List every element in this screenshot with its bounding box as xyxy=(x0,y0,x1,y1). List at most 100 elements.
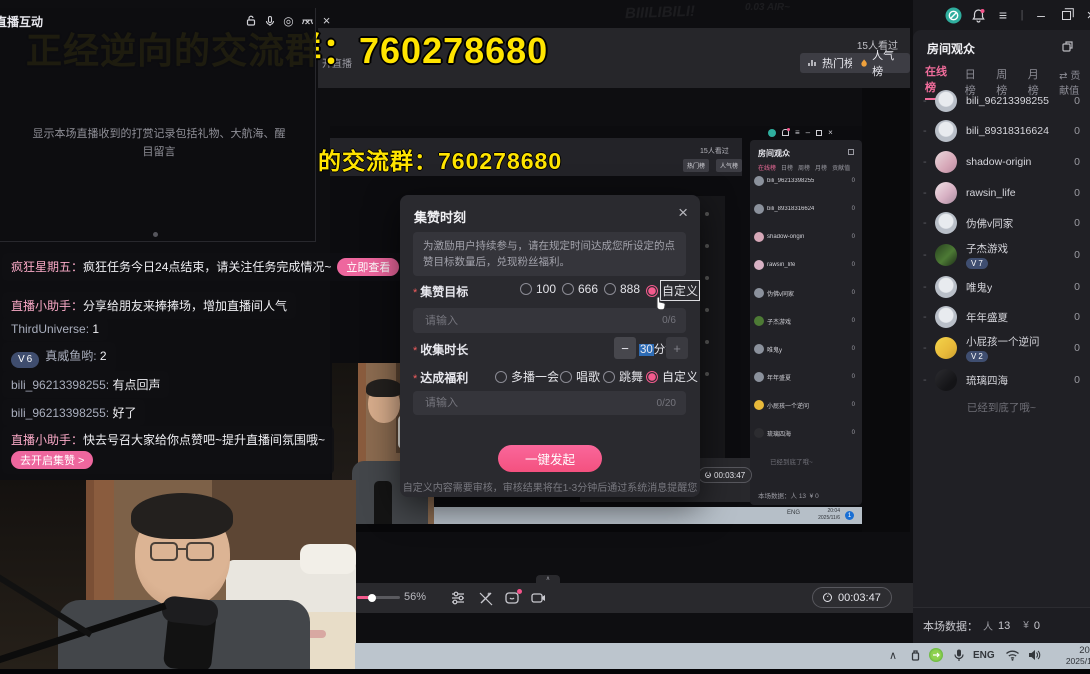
reward-option-sing[interactable]: 唱歌 xyxy=(560,368,600,385)
reward-input[interactable] xyxy=(423,396,651,410)
gold-count: 0 xyxy=(1034,620,1040,632)
viewer-row[interactable]: - 伪佛v同家0 xyxy=(913,208,1090,238)
restore-icon[interactable] xyxy=(1057,6,1075,24)
avatar xyxy=(935,306,957,328)
avatar xyxy=(935,120,957,142)
wifi-icon[interactable] xyxy=(1005,649,1020,661)
input-language[interactable]: ENG xyxy=(973,650,995,661)
microphone-tray-icon[interactable] xyxy=(953,648,965,662)
sidebar-title: 房间观众 xyxy=(927,40,975,57)
dialog-close-icon[interactable]: × xyxy=(678,203,688,223)
goal-input[interactable] xyxy=(423,314,656,328)
mirror-viewer-row: 唯鬼y0 xyxy=(754,344,858,354)
goal-option-100[interactable]: 100 xyxy=(520,282,556,296)
viewer-row[interactable]: - 年年盛夏0 xyxy=(913,302,1090,332)
mirror-titlebar-icons: ≡ – × xyxy=(768,128,833,137)
popout-icon[interactable] xyxy=(1061,40,1074,58)
goal-option-666[interactable]: 666 xyxy=(562,282,598,296)
duration-minus-button[interactable]: − xyxy=(614,337,636,359)
target-icon[interactable]: ◎ xyxy=(281,13,296,28)
duration-label: *收集时长 xyxy=(413,341,468,359)
viewer-row[interactable]: - 琉璃四海0 xyxy=(913,365,1090,395)
mirror-sidebar-title: 房间观众 xyxy=(758,148,790,159)
mirror-restore-icon xyxy=(816,130,822,136)
viewer-row[interactable]: - 小屁孩一个逆问 V2 0 xyxy=(913,331,1090,365)
radio-icon xyxy=(603,371,615,383)
stream-duration-button[interactable]: 00:03:47 xyxy=(812,587,892,608)
reward-option-custom[interactable]: 自定义 xyxy=(646,368,698,385)
clock[interactable]: 20:042025/11/6 xyxy=(1049,645,1090,668)
volume-percent: 56% xyxy=(404,591,426,603)
reward-option-dance[interactable]: 跳舞 xyxy=(603,368,643,385)
reward-counter: 0/20 xyxy=(657,398,676,409)
chat-action-start-like-collect[interactable]: 去开启集赞 > xyxy=(11,451,93,469)
bar-chart-icon xyxy=(808,58,818,68)
audio-settings-icon[interactable] xyxy=(450,590,466,611)
viewer-count: 13 xyxy=(998,620,1010,632)
notifications-bell-icon[interactable] xyxy=(969,6,987,24)
close-window-icon[interactable]: × xyxy=(1082,6,1090,24)
chat-message: ThirdUniverse: 1 xyxy=(2,317,108,341)
mirror-viewer-row: shadow-origin0 xyxy=(754,232,858,242)
dialog-title: 集赞时刻 xyxy=(414,207,466,226)
scroll-indicator xyxy=(153,232,158,237)
radio-icon xyxy=(560,371,572,383)
close-icon[interactable]: × xyxy=(319,13,334,28)
dialog-note: 自定义内容需要审核，审核结果将在1-3分钟后通过系统消息提醒您 xyxy=(400,479,700,494)
dock-icon[interactable] xyxy=(300,13,315,28)
submit-button[interactable]: 一键发起 xyxy=(498,445,602,472)
camera-icon[interactable] xyxy=(530,590,547,611)
usb-tray-icon[interactable] xyxy=(909,648,922,663)
mirror-viewer-row: 琉璃四海0 xyxy=(754,428,858,438)
chat-message: bili_96213398255: 有点回声 xyxy=(2,371,169,398)
hand-cursor xyxy=(652,294,668,317)
chat-message: 直播小助手：快去号召大家给你点赞吧~提升直播间氛围哦~ 去开启集赞 > xyxy=(2,426,334,474)
chat-message: 直播小助手：分享给朋友来捧捧场，增加直播间人气 xyxy=(2,292,296,319)
duration-plus-button[interactable]: + xyxy=(666,337,688,359)
reward-label: *达成福利 xyxy=(413,369,468,387)
avatar xyxy=(935,151,957,173)
collapse-handle[interactable]: ∧ xyxy=(536,575,560,583)
tray-expand-icon[interactable]: ∧ xyxy=(889,649,897,662)
mirror-letterbox xyxy=(862,88,910,532)
avatar xyxy=(935,337,957,359)
mirror-nested-window xyxy=(697,196,725,460)
menu-icon[interactable]: ≡ xyxy=(994,6,1012,24)
mirror-viewer-row: 伪佛v同家0 xyxy=(754,288,858,298)
mirror-popout-icon xyxy=(848,149,854,155)
volume-slider-knob[interactable] xyxy=(368,594,376,602)
avatar xyxy=(935,212,957,234)
mirror-hot-rank-button: 热门榜 xyxy=(683,159,709,172)
reward-option-stream-more[interactable]: 多播一会 xyxy=(495,368,559,385)
viewer-row[interactable]: - shadow-origin0 xyxy=(913,147,1090,177)
session-stats-footer: 本场数据： 人 13 ¥ 0 xyxy=(913,607,1090,643)
voice-icon[interactable] xyxy=(262,13,277,28)
antivirus-tray-icon[interactable] xyxy=(929,648,943,662)
guard-level-badge: V6 xyxy=(11,352,39,368)
beauty-filter-off-icon[interactable] xyxy=(478,590,494,611)
mirror-popularity-rank-button: 人气榜 xyxy=(716,159,742,172)
chat-action-view-now[interactable]: 立即查看 xyxy=(337,258,399,276)
mirror-sidebar-tabs: 在线榜日榜周榜月榜贡献值 xyxy=(758,163,850,172)
viewer-row[interactable]: - 唯鬼y0 xyxy=(913,272,1090,302)
unlock-icon[interactable] xyxy=(243,13,258,28)
mirror-menu-icon: ≡ xyxy=(795,128,800,137)
window-controls: ≡ | – × xyxy=(944,6,1090,24)
background-graffiti: 0.03 AIR~ xyxy=(745,2,790,13)
mirror-marquee-banner: 的交流群：760278680 xyxy=(318,142,562,176)
viewer-row[interactable]: - rawsin_life0 xyxy=(913,178,1090,208)
speaker-icon[interactable] xyxy=(1027,649,1041,661)
popularity-rank-button[interactable]: 人气榜 xyxy=(852,53,910,73)
mirror-bell-icon xyxy=(782,129,789,136)
minimize-icon[interactable]: – xyxy=(1032,6,1050,24)
do-not-disturb-icon[interactable] xyxy=(944,6,962,24)
viewer-row[interactable]: - bili_962133982550 xyxy=(913,86,1090,116)
volume-slider[interactable] xyxy=(357,596,400,599)
goal-option-888[interactable]: 888 xyxy=(604,282,640,296)
viewer-row[interactable]: - bili_893183166240 xyxy=(913,116,1090,146)
person-icon: 人 xyxy=(983,618,993,633)
mirror-viewer-sidebar: 房间观众 在线榜日榜周榜月榜贡献值 bili_962133982550 bili… xyxy=(750,140,862,505)
chat-message: 疯狂星期五：疯狂任务今日24点结束，请关注任务完成情况~立即查看 xyxy=(2,253,408,281)
viewer-row[interactable]: - 子杰游戏 V7 0 xyxy=(913,238,1090,272)
sticker-panel-icon[interactable] xyxy=(504,590,521,611)
